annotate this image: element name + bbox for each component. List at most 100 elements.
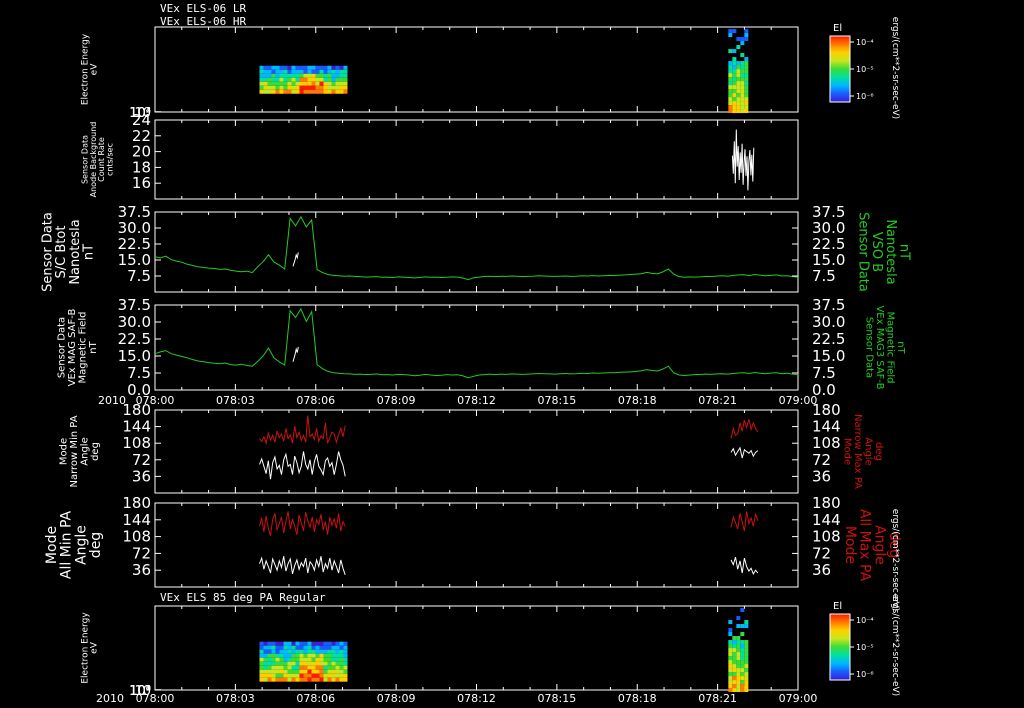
spectrogram-cell (267, 677, 272, 682)
spectrogram-cell (323, 65, 328, 70)
spectrogram-cell (267, 657, 272, 662)
spectrogram-cell (728, 664, 733, 669)
spectrogram-cell (736, 684, 741, 689)
spectrogram-cell (732, 61, 737, 66)
spectrogram-cell (343, 77, 348, 82)
spectrogram-cell (732, 109, 737, 114)
spectrogram-cell (263, 69, 268, 74)
spectrogram-cell (315, 677, 320, 682)
spectrogram-cell (287, 81, 292, 86)
y-tick-label: 108 (122, 434, 151, 452)
spectrogram-cell (728, 33, 733, 38)
spectrogram-cell (299, 641, 304, 646)
time-tick-label: 078:18 (618, 394, 657, 407)
spectrogram-cell (275, 81, 280, 86)
spectrogram-cell (271, 677, 276, 682)
spectrogram-cell (728, 660, 733, 665)
spectrogram-cell (299, 73, 304, 78)
spectrogram-cell (283, 661, 288, 666)
spectrogram-cell (259, 677, 264, 682)
spectrogram-cell (303, 669, 308, 674)
spectrogram-cell (259, 649, 264, 654)
spectrogram-cell (303, 661, 308, 666)
spectrogram-cell (307, 65, 312, 70)
spectrogram-cell (736, 652, 741, 657)
spectrogram-cell (299, 69, 304, 74)
spectrogram-cell (271, 641, 276, 646)
spectrogram-cell (279, 85, 284, 90)
spectrogram-cell (732, 77, 737, 82)
spectrogram-cell (303, 677, 308, 682)
spectrogram-cell (299, 669, 304, 674)
y-tick-label-right: 180 (812, 401, 841, 419)
spectrogram-cell (287, 641, 292, 646)
spectrogram-cell (736, 65, 741, 70)
spectrogram-cell (319, 641, 324, 646)
spectrogram-cell (287, 665, 292, 670)
ylabel-narrow-pa-line: Mode (58, 438, 69, 465)
y-tick-label-right: 36 (812, 561, 831, 579)
spectrogram-cell (271, 77, 276, 82)
spectrogram-cell (740, 680, 745, 685)
spectrogram-cell (736, 640, 741, 645)
ylabel-narrow-pa-line: Narrow Min PA (69, 415, 80, 487)
spectrogram-cell (307, 649, 312, 654)
spectrogram-cell (259, 653, 264, 658)
spectrogram-cell (331, 85, 336, 90)
rlabel-narrow-pa-line: deg (873, 442, 884, 461)
spectrogram-cell (295, 89, 300, 94)
spectrogram-cell (291, 65, 296, 70)
spectrogram-cell (728, 676, 733, 681)
y-tick-label-right: 72 (812, 544, 831, 562)
spectrogram-cell (732, 636, 737, 641)
spectrogram-cell (287, 645, 292, 650)
spectrogram-cell (271, 665, 276, 670)
spectrogram-cell (263, 649, 268, 654)
spectrogram-cell (263, 665, 268, 670)
spectrogram-cell (279, 645, 284, 650)
spectrogram-cell (732, 29, 737, 34)
spectrogram-cell (271, 673, 276, 678)
spectrogram-cell (744, 81, 749, 86)
spectrogram-cell (295, 65, 300, 70)
spectrogram-cell (744, 61, 749, 66)
spectrogram-cell (323, 641, 328, 646)
spectrogram-cell (311, 85, 316, 90)
spectrogram-cell (315, 81, 320, 86)
y-tick-label-right: 7.5 (812, 364, 836, 382)
spectrogram-cell (744, 648, 749, 653)
spectrogram-cell (331, 673, 336, 678)
spectrogram-cell (303, 69, 308, 74)
spectrogram-cell (295, 649, 300, 654)
spectrogram-cell (728, 101, 733, 106)
y-tick-label: 72 (132, 544, 151, 562)
spectrogram-cell (299, 653, 304, 658)
spectrogram-cell (331, 661, 336, 666)
spectrogram-cell (744, 652, 749, 657)
spectrogram-cell (736, 624, 741, 629)
spectrogram-cell (331, 77, 336, 82)
spectrogram-cell (732, 660, 737, 665)
spectrogram-cell (736, 680, 741, 685)
spectrogram-cell (291, 657, 296, 662)
spectrogram-cell (303, 641, 308, 646)
y-tick-label-right: 144 (812, 511, 841, 529)
spectrogram-cell (323, 77, 328, 82)
spectrogram-cell (319, 73, 324, 78)
spectrogram-cell (335, 653, 340, 658)
spectrogram-cell (303, 673, 308, 678)
spectrogram-cell (315, 73, 320, 78)
spectrogram-cell (263, 77, 268, 82)
spectrogram-cell (295, 73, 300, 78)
spectrogram-cell (275, 65, 280, 70)
spectrogram-cell (263, 657, 268, 662)
spectrogram-cell (740, 648, 745, 653)
spectrogram-cell (295, 661, 300, 666)
time-tick-label: 078:15 (538, 394, 577, 407)
spectrogram-cell (267, 69, 272, 74)
spectrogram-cell (740, 684, 745, 689)
spectrogram-cell (323, 673, 328, 678)
spectrogram-cell (736, 109, 741, 114)
colorbar-tick-label: 10⁻⁵ (856, 65, 874, 74)
spectrogram-cell (275, 657, 280, 662)
